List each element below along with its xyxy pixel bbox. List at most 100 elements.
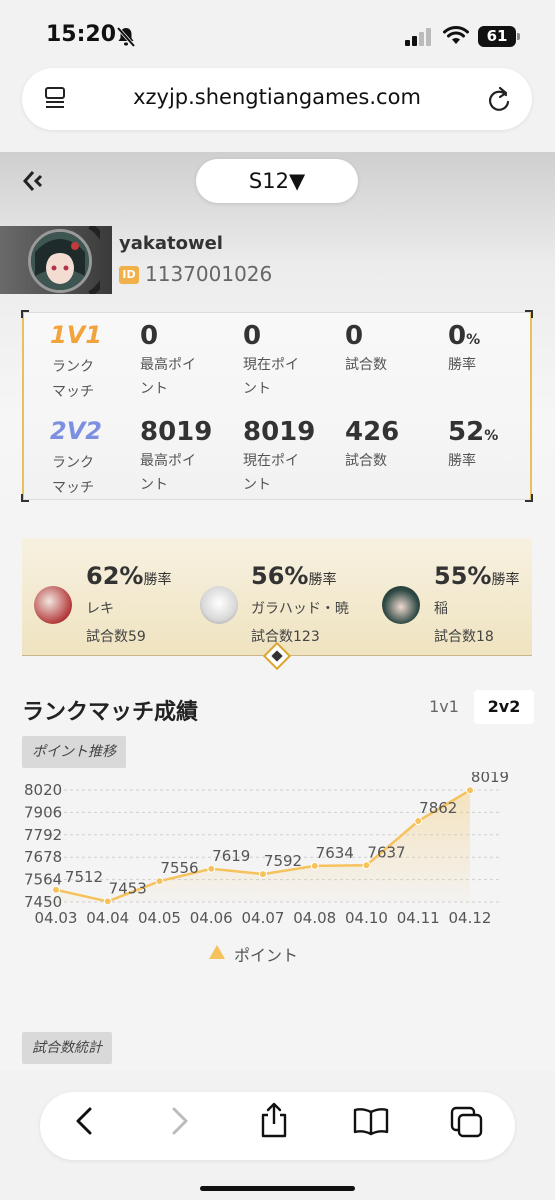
mode-sub: ランク マッチ [52, 355, 94, 405]
stat-label: 最高ポイ ント [140, 453, 196, 493]
page-content: S12▼ yakatowel ID 1137001026 1V1 ランク マッチ [0, 152, 555, 1070]
stat-unit: % [466, 332, 481, 348]
rank-record-title: ランクマッチ成績 [22, 700, 199, 725]
data-point [310, 861, 319, 870]
stat-winrate: 52% 勝率 [448, 417, 543, 473]
stat-label: 最高ポイ ント [140, 357, 196, 397]
url-text[interactable]: xzyjp.shengtiangames.com [22, 85, 532, 109]
hero-avatar [200, 586, 238, 624]
data-point [207, 864, 216, 873]
stat-unit: % [484, 428, 499, 444]
data-point [466, 786, 474, 795]
y-tick-label: 7906 [24, 803, 62, 821]
stat-current-points: 8019 現在ポイ ント [243, 417, 338, 497]
stat-value: 0 [243, 321, 262, 351]
data-point [414, 817, 423, 826]
x-tick-label: 04.10 [345, 909, 388, 927]
data-label: 7637 [367, 843, 405, 861]
hero-name: 稲 [434, 601, 448, 617]
hero-name: ガラハッド・暁 [251, 601, 349, 617]
data-label: 7453 [109, 879, 147, 897]
data-label: 7634 [316, 844, 354, 862]
share-icon[interactable] [258, 1102, 290, 1142]
y-tick-label: 7678 [24, 848, 62, 866]
wifi-icon [443, 26, 469, 50]
battery-indicator: 61 [478, 26, 520, 47]
stats-row-1v1: 1V1 ランク マッチ 0 最高ポイ ント 0 現在ポイ ント 0 試合数 0% 勝… [24, 315, 530, 405]
stat-max-points: 8019 最高ポイ ント [140, 417, 235, 497]
legend-triangle-icon[interactable] [208, 944, 226, 964]
back-arrow-icon[interactable] [22, 170, 44, 196]
y-tick-label: 8020 [24, 781, 62, 799]
stat-current-points: 0 現在ポイ ント [243, 321, 338, 401]
x-tick-label: 04.11 [397, 909, 440, 927]
reload-icon[interactable] [486, 85, 512, 117]
stat-value: 0 [448, 321, 467, 351]
tabs-icon[interactable] [450, 1106, 484, 1142]
hero-winrate: 56%勝率 [251, 562, 337, 590]
data-label: 7512 [65, 868, 103, 886]
x-tick-label: 04.04 [86, 909, 129, 927]
hero-match-count: 試合数59 [86, 629, 146, 645]
stat-value: 8019 [140, 417, 213, 447]
stat-label: 現在ポイ ント [243, 357, 299, 397]
data-label: 8019 [471, 772, 509, 786]
data-label: 7619 [212, 847, 250, 865]
hero-avatar [382, 586, 420, 624]
hero-match-count: 試合数123 [251, 629, 320, 645]
hero-winrate: 55%勝率 [434, 562, 520, 590]
stat-value: 0 [140, 321, 159, 351]
mode-sub-line: ランク [52, 359, 94, 375]
stat-label: 勝率 [448, 453, 476, 469]
y-tick-label: 7792 [24, 826, 62, 844]
address-bar[interactable]: xzyjp.shengtiangames.com [22, 68, 532, 130]
bell-muted-icon [116, 26, 136, 52]
match-stats-tag: 試合数統計 [22, 1032, 112, 1064]
tab-2v2[interactable]: 2v2 [474, 690, 534, 724]
stat-matches: 0 試合数 [345, 321, 440, 377]
hero-stats-card: 62%勝率 レキ 試合数59 56%勝率 ガラハッド・暁 試合数123 55%勝… [22, 538, 532, 656]
bookmarks-icon[interactable] [352, 1106, 390, 1140]
data-label: 7862 [419, 799, 457, 817]
data-point [103, 897, 112, 906]
browser-toolbar [0, 1070, 555, 1200]
back-icon[interactable] [72, 1106, 96, 1140]
stats-card: 1V1 ランク マッチ 0 最高ポイ ント 0 現在ポイ ント 0 試合数 0% 勝… [21, 310, 533, 502]
data-point [155, 877, 164, 886]
x-tick-label: 04.07 [242, 909, 285, 927]
stat-matches: 426 試合数 [345, 417, 440, 473]
mode-sub-line: マッチ [52, 480, 94, 496]
x-tick-label: 04.08 [293, 909, 336, 927]
hero-winrate: 62%勝率 [86, 562, 172, 590]
mode-sub-line: ランク [52, 455, 94, 471]
x-tick-label: 04.03 [35, 909, 78, 927]
id-icon: ID [119, 266, 139, 284]
cellular-signal-icon [405, 28, 433, 50]
stats-row-2v2: 2V2 ランク マッチ 8019 最高ポイ ント 8019 現在ポイ ント 426 … [24, 411, 530, 501]
tab-1v1[interactable]: 1v1 [420, 690, 468, 724]
username: yakatowel [119, 233, 223, 254]
data-point [52, 885, 60, 894]
points-trend-tag: ポイント推移 [22, 736, 126, 768]
hero-match-count: 試合数18 [434, 629, 494, 645]
stat-value: 426 [345, 417, 400, 447]
stat-value: 0 [345, 321, 364, 351]
legend-label[interactable]: ポイント [234, 942, 298, 966]
stat-winrate: 0% 勝率 [448, 321, 543, 377]
stat-max-points: 0 最高ポイ ント [140, 321, 235, 401]
x-tick-label: 04.06 [190, 909, 233, 927]
data-point [362, 861, 371, 870]
status-time: 15:20 [46, 22, 117, 47]
stat-label: 試合数 [345, 357, 387, 373]
forward-icon[interactable] [168, 1106, 192, 1140]
data-label: 7592 [264, 852, 302, 870]
stat-label: 試合数 [345, 453, 387, 469]
season-selector[interactable]: S12▼ [196, 159, 358, 203]
mode-label: 1V1 [50, 321, 102, 349]
mode-sub: ランク マッチ [52, 451, 94, 501]
x-tick-label: 04.12 [449, 909, 492, 927]
avatar [28, 229, 92, 293]
hero-name: レキ [86, 601, 114, 617]
points-chart: 74507564767877927906802004.03 04.04 04.05 0… [24, 772, 509, 927]
stat-label: 現在ポイ ント [243, 453, 299, 493]
